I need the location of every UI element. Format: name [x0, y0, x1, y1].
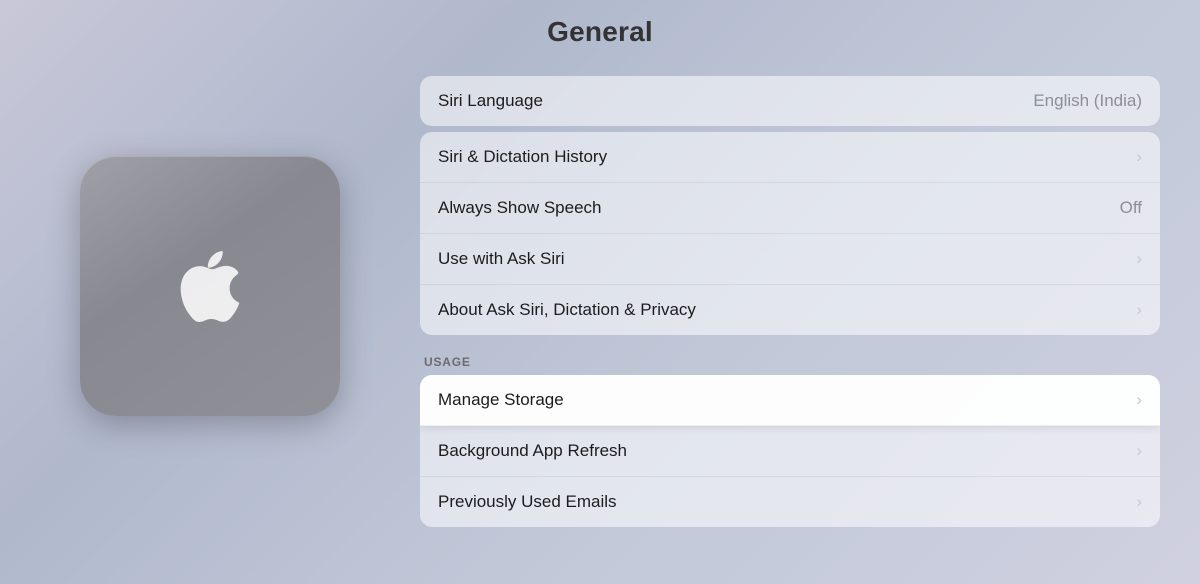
- apple-logo-icon: [170, 246, 250, 326]
- background-app-refresh-row[interactable]: Background App Refresh ›: [420, 426, 1160, 477]
- chevron-icon: ›: [1136, 492, 1142, 512]
- chevron-icon: ›: [1136, 300, 1142, 320]
- siri-language-right: English (India): [1033, 91, 1142, 111]
- chevron-icon: ›: [1136, 249, 1142, 269]
- siri-dictation-history-label: Siri & Dictation History: [438, 147, 607, 167]
- content-area: Siri Language English (India) Siri & Dic…: [0, 66, 1200, 584]
- mac-mini-device: [80, 156, 340, 416]
- siri-dictation-history-row[interactable]: Siri & Dictation History ›: [420, 132, 1160, 183]
- previously-used-emails-label: Previously Used Emails: [438, 492, 617, 512]
- siri-language-group: Siri Language English (India): [420, 76, 1160, 126]
- manage-storage-label: Manage Storage: [438, 390, 564, 410]
- usage-settings-group: Manage Storage › Background App Refresh …: [420, 375, 1160, 527]
- siri-language-value: English (India): [1033, 91, 1142, 111]
- background-app-refresh-label: Background App Refresh: [438, 441, 627, 461]
- always-show-speech-row[interactable]: Always Show Speech Off: [420, 183, 1160, 234]
- previously-used-emails-row[interactable]: Previously Used Emails ›: [420, 477, 1160, 527]
- manage-storage-row[interactable]: Manage Storage ›: [420, 375, 1160, 426]
- siri-settings-group: Siri & Dictation History › Always Show S…: [420, 132, 1160, 335]
- chevron-icon: ›: [1136, 147, 1142, 167]
- device-panel: [40, 86, 380, 486]
- use-with-ask-siri-row[interactable]: Use with Ask Siri ›: [420, 234, 1160, 285]
- page-title: General: [547, 16, 653, 48]
- usage-section-header: USAGE: [420, 347, 1160, 373]
- settings-list-panel: Siri Language English (India) Siri & Dic…: [420, 76, 1160, 531]
- chevron-icon: ›: [1136, 441, 1142, 461]
- always-show-speech-value: Off: [1120, 198, 1142, 218]
- siri-language-label: Siri Language: [438, 91, 543, 111]
- about-ask-siri-label: About Ask Siri, Dictation & Privacy: [438, 300, 696, 320]
- chevron-icon: ›: [1136, 390, 1142, 410]
- siri-language-row[interactable]: Siri Language English (India): [420, 76, 1160, 126]
- always-show-speech-label: Always Show Speech: [438, 198, 601, 218]
- use-with-ask-siri-label: Use with Ask Siri: [438, 249, 565, 269]
- about-ask-siri-row[interactable]: About Ask Siri, Dictation & Privacy ›: [420, 285, 1160, 335]
